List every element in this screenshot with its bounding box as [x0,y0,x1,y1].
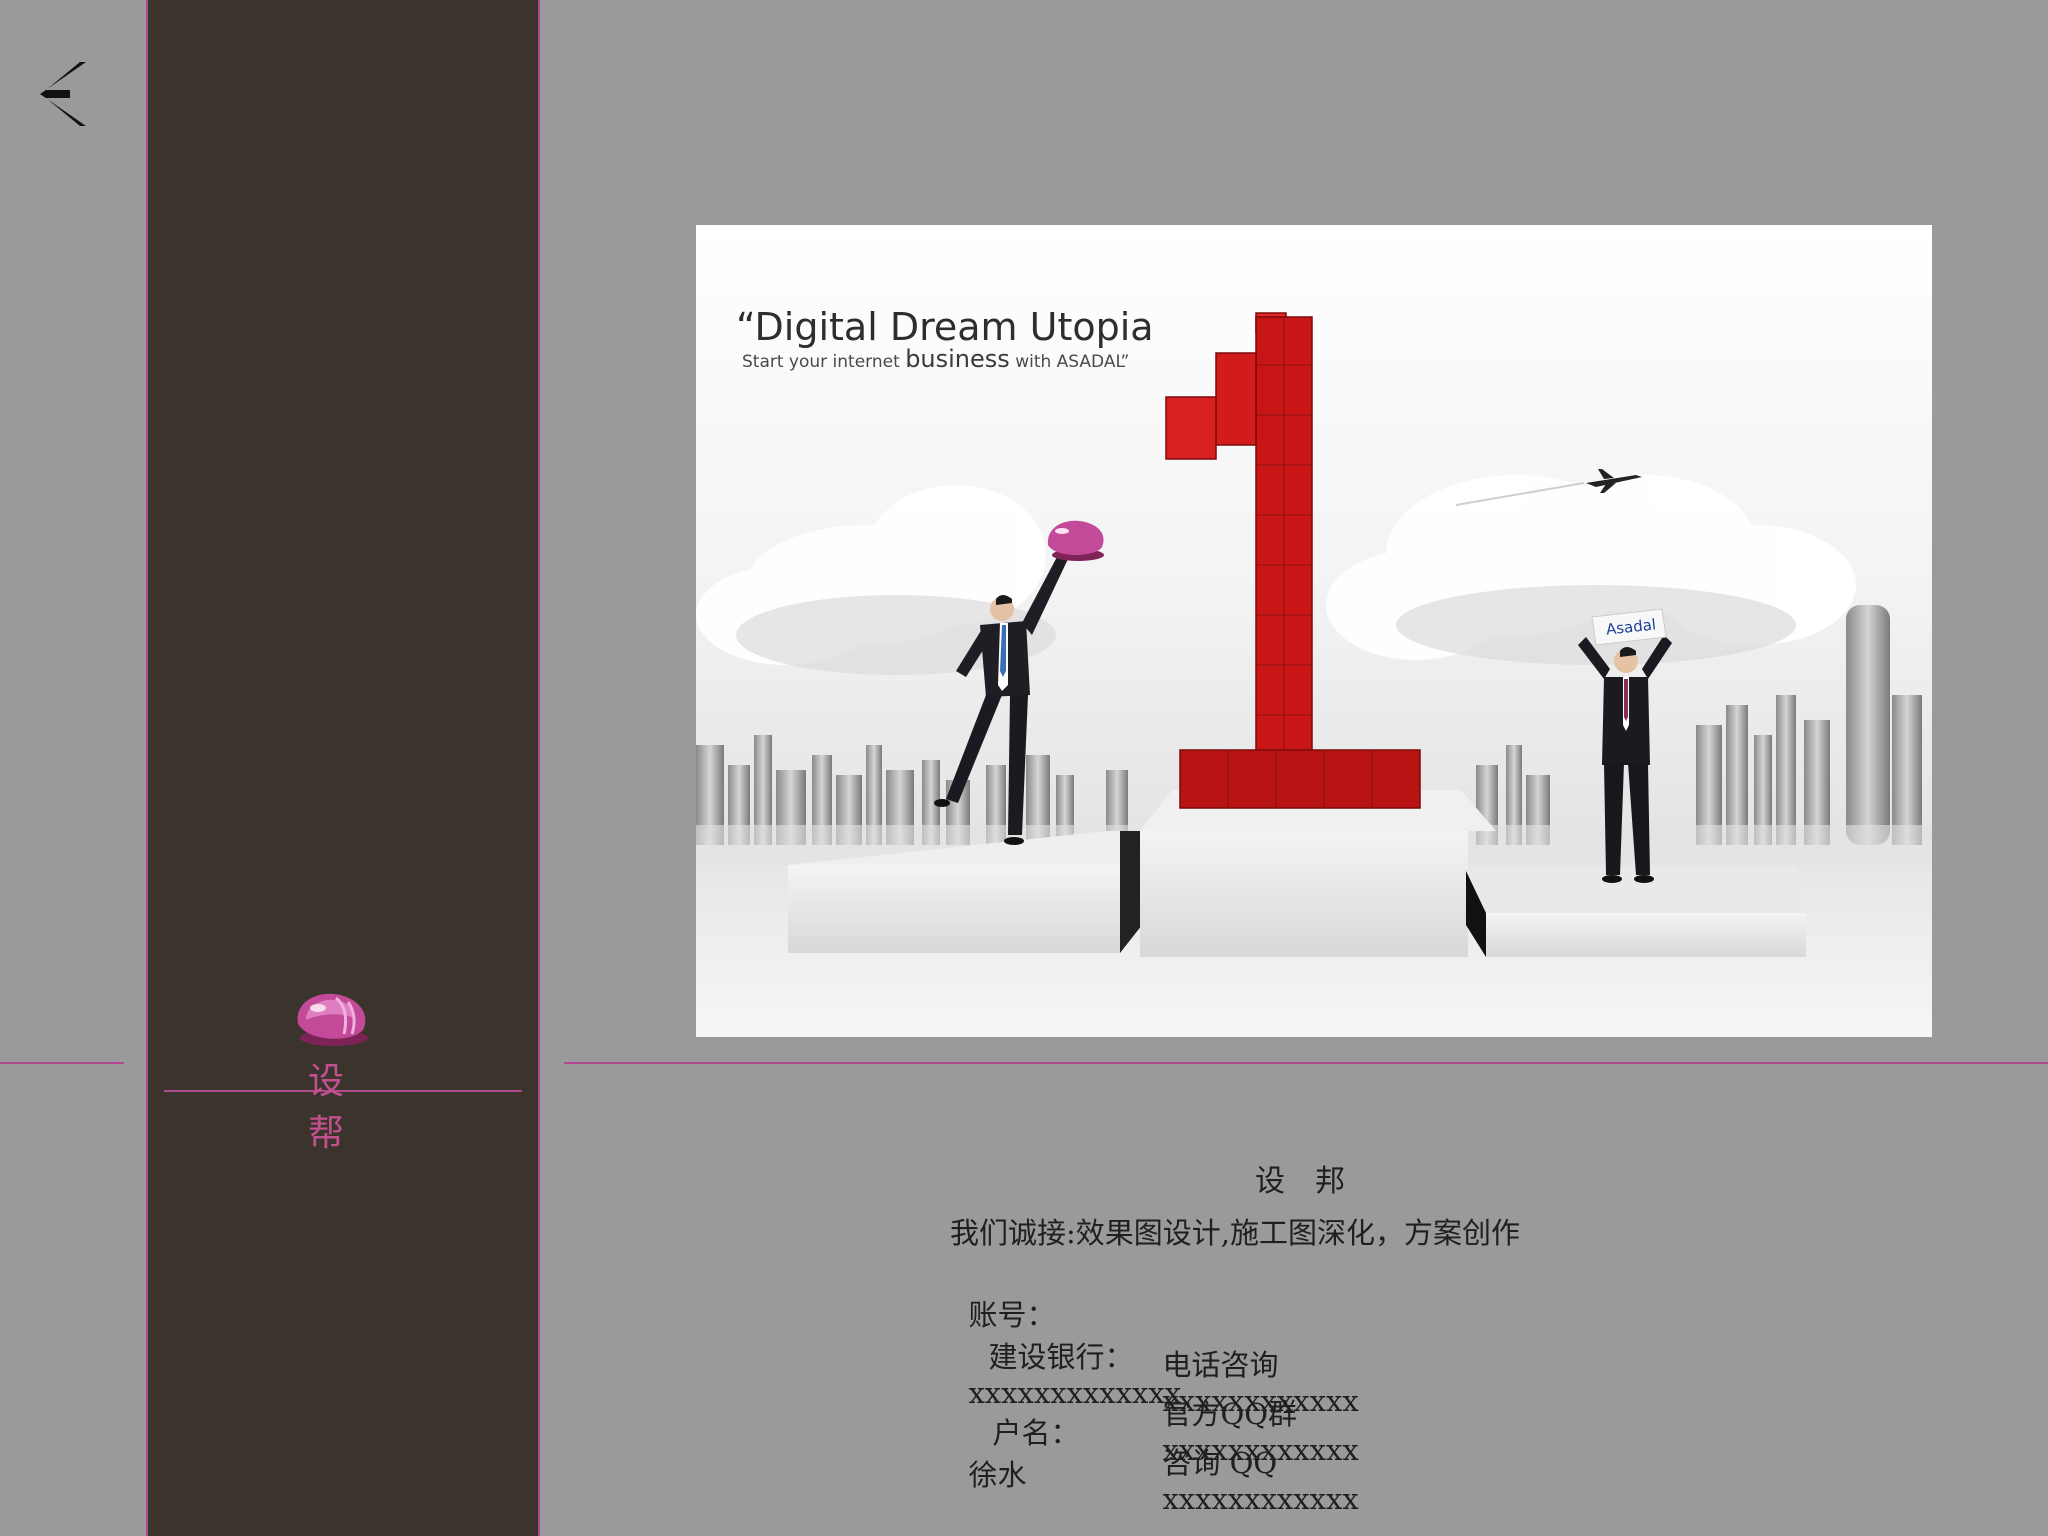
hero-banner: “Digital Dream Utopia Start your interne… [696,225,1932,1037]
services-line: 我们诚接:效果图设计,施工图深化，方案创作 [950,1216,1520,1250]
hero-title: “Digital Dream Utopia [736,305,1154,349]
qq-value: xxxxxxxxxxxx [1162,1482,1359,1516]
hero-subtitle: Start your internet business with ASADAL… [742,345,1129,373]
qq-line: 咨询 QQ xxxxxxxxxxxx [1144,1406,1359,1516]
podium-center [1140,790,1496,957]
qq-label: 咨询 QQ [1162,1446,1278,1480]
hero-subtitle-emphasis: business [905,345,1010,373]
hero-subtitle-suffix: with ASADAL” [1009,352,1130,372]
chevron-left-icon [40,62,86,126]
company-name: 设 邦 [1255,1164,1345,1199]
account-label: 账号： [968,1298,1056,1332]
holder-name: 徐水 [968,1458,1027,1492]
holder-label: 户名： [992,1416,1080,1450]
divider-line-right [564,1062,2048,1064]
divider-line-left [0,1062,124,1064]
brand-name: 设 帮 [307,1061,362,1154]
pink-gem-icon [1047,520,1104,561]
hero-subtitle-prefix: Start your internet [742,352,906,372]
back-button[interactable] [30,58,102,130]
sidebar-column [146,0,540,1536]
bank-name: 建设银行： [988,1340,1134,1374]
pink-gem-icon [297,993,368,1046]
